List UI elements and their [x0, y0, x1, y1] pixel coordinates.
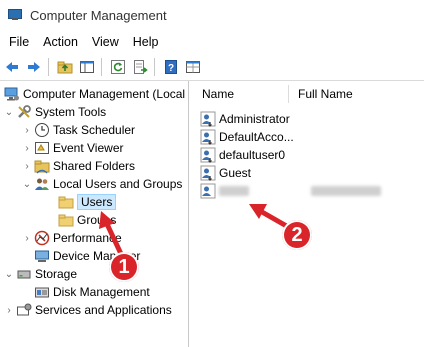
menu-action[interactable]: Action	[36, 35, 85, 49]
computer-management-icon	[8, 9, 22, 21]
menu-view[interactable]: View	[85, 35, 126, 49]
chevron-right-icon[interactable]: ›	[4, 303, 14, 317]
tree-item-shared-folders[interactable]: › Shared Folders	[22, 157, 135, 175]
chevron-right-icon[interactable]: ›	[22, 141, 32, 155]
user-name: DefaultAcco...	[219, 130, 294, 144]
window-title: Computer Management	[30, 7, 167, 23]
column-divider[interactable]	[288, 85, 289, 103]
storage-icon	[16, 266, 32, 282]
help-icon: ?	[165, 60, 177, 74]
user-icon	[200, 147, 216, 163]
refresh-button[interactable]	[108, 57, 128, 77]
device-manager-icon	[34, 248, 50, 264]
export-list-button[interactable]	[130, 57, 150, 77]
tree-label: Storage	[35, 267, 78, 281]
tree-label: Computer Management (Local	[23, 87, 186, 101]
back-button[interactable]	[2, 57, 22, 77]
refresh-icon	[111, 60, 125, 74]
list-item[interactable]: DefaultAcco...	[198, 128, 294, 146]
properties-button[interactable]	[183, 57, 203, 77]
clock-icon	[34, 122, 50, 138]
disk-management-icon	[34, 284, 50, 300]
tree-item-task-scheduler[interactable]: › Task Scheduler	[22, 121, 135, 139]
folder-icon	[58, 212, 74, 228]
redacted-user-name	[219, 186, 249, 196]
tree-label: Shared Folders	[53, 159, 136, 173]
list-item[interactable]: Guest	[198, 164, 251, 182]
tree-label: Groups	[77, 213, 117, 227]
user-list-pane: Name Full Name Administrator DefaultAcco…	[190, 81, 424, 347]
chevron-down-icon[interactable]: ⌄	[22, 177, 32, 191]
back-icon	[6, 62, 18, 72]
up-one-level-button[interactable]	[55, 57, 75, 77]
event-viewer-icon	[34, 140, 50, 156]
tree-item-users[interactable]: Users	[56, 193, 117, 211]
toolbar-separator	[101, 58, 102, 76]
toolbar-separator	[154, 58, 155, 76]
chevron-right-icon[interactable]: ›	[22, 159, 32, 173]
user-name: Administrator	[219, 112, 290, 126]
users-group-icon	[34, 176, 50, 192]
user-name: Guest	[219, 166, 252, 180]
chevron-down-icon[interactable]: ⌄	[4, 105, 14, 119]
tree-item-event-viewer[interactable]: › Event Viewer	[22, 139, 123, 157]
column-header-name[interactable]: Name	[202, 81, 234, 107]
tree-item-root[interactable]: Computer Management (Local	[2, 85, 185, 103]
forward-icon	[28, 62, 40, 72]
forward-button[interactable]	[24, 57, 44, 77]
up-folder-icon	[57, 61, 73, 74]
menu-file[interactable]: File	[0, 35, 36, 49]
folder-icon	[58, 194, 74, 210]
chevron-right-icon[interactable]: ›	[22, 123, 32, 137]
user-icon	[200, 183, 216, 199]
tree-item-system-tools[interactable]: ⌄ System Tools	[4, 103, 106, 121]
show-hide-tree-icon	[80, 61, 94, 73]
performance-icon	[34, 230, 50, 246]
redacted-full-name	[311, 186, 381, 196]
show-hide-tree-button[interactable]	[77, 57, 97, 77]
console-tree: Computer Management (Local ⌄ System Tool…	[0, 81, 189, 347]
tools-icon	[16, 104, 32, 120]
svg-text:?: ?	[168, 63, 174, 74]
tree-label: Performance	[53, 231, 122, 245]
tree-item-services-apps[interactable]: › Services and Applications	[4, 301, 172, 319]
column-header-full-name[interactable]: Full Name	[298, 81, 353, 107]
list-item[interactable]: defaultuser0	[198, 146, 285, 164]
user-name: defaultuser0	[219, 148, 286, 162]
tree-label: Event Viewer	[53, 141, 124, 155]
user-icon	[200, 111, 216, 127]
shared-folder-icon	[34, 158, 50, 174]
tree-item-storage[interactable]: ⌄ Storage	[4, 265, 77, 283]
tree-item-groups[interactable]: Groups	[56, 211, 116, 229]
services-icon	[16, 302, 32, 318]
chevron-down-icon[interactable]: ⌄	[4, 267, 14, 281]
tree-item-performance[interactable]: › Performance	[22, 229, 122, 247]
tree-label: Task Scheduler	[53, 123, 136, 137]
tree-item-disk-management[interactable]: › Disk Management	[22, 283, 150, 301]
menu-help[interactable]: Help	[126, 35, 166, 49]
tree-label: Users	[77, 194, 117, 210]
annotation-badge-2: 2	[282, 220, 312, 250]
annotation-badge-1: 1	[109, 252, 139, 282]
toolbar-separator	[48, 58, 49, 76]
user-icon	[200, 165, 216, 181]
menu-bar: File Action View Help	[0, 32, 424, 52]
help-button[interactable]: ?	[161, 57, 181, 77]
user-icon	[200, 129, 216, 145]
list-item-redacted-user[interactable]	[198, 182, 381, 200]
computer-management-icon	[4, 86, 20, 102]
toolbar: ?	[0, 54, 424, 81]
tree-label: Services and Applications	[35, 303, 172, 317]
chevron-right-icon[interactable]: ›	[22, 231, 32, 245]
tree-item-local-users-groups[interactable]: ⌄ Local Users and Groups	[22, 175, 183, 193]
title-bar: Computer Management	[0, 0, 424, 30]
tree-label: System Tools	[35, 105, 107, 119]
export-list-icon	[134, 60, 148, 74]
tree-label: Disk Management	[53, 285, 150, 299]
list-item[interactable]: Administrator	[198, 110, 290, 128]
properties-icon	[186, 61, 200, 73]
tree-label: Local Users and Groups	[53, 177, 183, 191]
